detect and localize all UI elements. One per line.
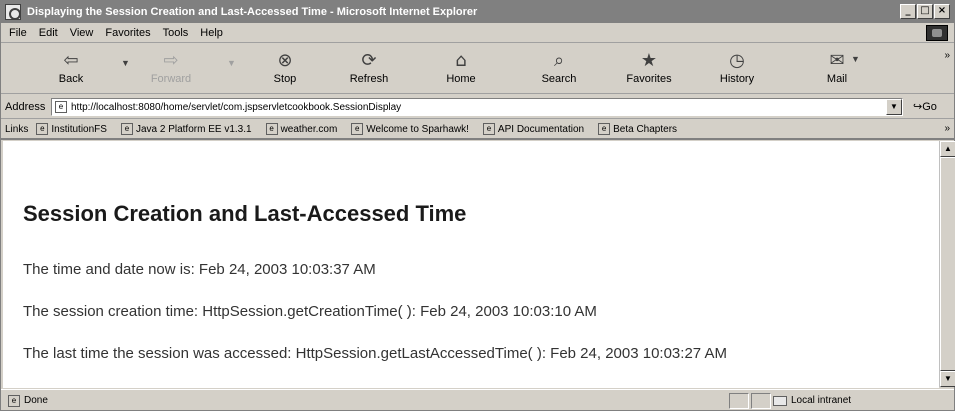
creation-time-text: The session creation time: HttpSession.g… [23, 303, 597, 320]
favorites-label: Favorites [626, 73, 672, 85]
back-dropdown-icon[interactable]: ▼ [121, 58, 130, 68]
menu-edit[interactable]: Edit [39, 27, 58, 39]
link-label: API Documentation [497, 123, 585, 135]
page-icon: e [265, 123, 278, 135]
menu-bar: File Edit View Favorites Tools Help [1, 23, 954, 43]
page-content-top [3, 141, 939, 178]
page-icon: e [482, 123, 495, 135]
link-weather[interactable]: e weather.com [265, 123, 338, 135]
page-icon: e [8, 394, 20, 407]
address-dropdown-button[interactable]: ▼ [886, 99, 902, 115]
history-label: History [719, 73, 755, 85]
link-label: InstitutionFS [51, 123, 107, 135]
menu-tools[interactable]: Tools [163, 27, 189, 39]
link-java2-platform[interactable]: e Java 2 Platform EE v1.3.1 [120, 123, 252, 135]
links-bar: Links e InstitutionFS e Java 2 Platform EE… [1, 120, 954, 140]
forward-button[interactable]: ⇨ Forward [141, 48, 201, 90]
link-sparhawk[interactable]: e Welcome to Sparhawk! [351, 123, 469, 135]
scroll-thumb[interactable] [940, 157, 955, 371]
page-icon: e [351, 123, 364, 135]
back-button[interactable]: ⇦ Back [41, 48, 101, 90]
window-controls: _ □ × [899, 4, 950, 19]
status-cell-1 [729, 393, 749, 409]
browser-window: Displaying the Session Creation and Last… [0, 0, 955, 411]
back-label: Back [58, 73, 84, 85]
link-api-documentation[interactable]: e API Documentation [482, 123, 585, 135]
page-icon: e [120, 123, 133, 135]
scroll-down-button[interactable]: ▼ [940, 371, 955, 387]
go-arrow-icon: ↪ [913, 101, 923, 113]
search-button[interactable]: ⌕ Search [529, 48, 589, 90]
address-url[interactable]: http://localhost:8080/home/servlet/com.j… [71, 102, 401, 113]
page-heading: Session Creation and Last-Accessed Time [23, 201, 467, 226]
standard-toolbar: ⇦ Back ▼ ⇨ Forward ▼ ⊗ Stop ⟳ Refresh ⌂ … [1, 44, 954, 94]
history-button[interactable]: ◷ History [707, 48, 767, 90]
minimize-button[interactable]: _ [900, 4, 916, 19]
forward-dropdown-icon[interactable]: ▼ [227, 58, 236, 68]
mail-icon: ✉ [829, 50, 845, 71]
mail-dropdown-icon[interactable]: ▼ [851, 54, 860, 64]
address-bar: Address e http://localhost:8080/home/ser… [1, 95, 954, 119]
refresh-icon: ⟳ [361, 50, 377, 71]
zone-label: Local intranet [791, 395, 852, 406]
link-label: Java 2 Platform EE v1.3.1 [135, 123, 252, 135]
favorites-button[interactable]: ★ Favorites [619, 48, 679, 90]
address-input[interactable]: e http://localhost:8080/home/servlet/com… [51, 98, 903, 116]
refresh-button[interactable]: ⟳ Refresh [339, 48, 399, 90]
status-bar: e Done Local intranet [1, 389, 954, 411]
link-label: Welcome to Sparhawk! [366, 123, 469, 135]
links-label: Links [5, 123, 29, 135]
back-arrow-icon: ⇦ [63, 50, 79, 71]
title-bar[interactable]: Displaying the Session Creation and Last… [1, 1, 954, 23]
address-label: Address [5, 100, 46, 113]
link-beta-chapters[interactable]: e Beta Chapters [598, 123, 677, 135]
maximize-button[interactable]: □ [917, 4, 933, 19]
search-icon: ⌕ [553, 50, 565, 71]
links-chevron-icon[interactable]: » [944, 123, 950, 134]
menu-favorites[interactable]: Favorites [105, 27, 150, 39]
toolbar-chevron-icon[interactable]: » [944, 50, 950, 61]
mail-label: Mail [826, 73, 848, 85]
stop-icon: ⊗ [277, 50, 293, 71]
home-button[interactable]: ⌂ Home [431, 48, 491, 90]
stop-button[interactable]: ⊗ Stop [255, 48, 315, 90]
refresh-label: Refresh [349, 73, 389, 85]
status-text: Done [24, 395, 48, 406]
vertical-scrollbar[interactable]: ▲ ▼ [939, 141, 955, 387]
status-main: e Done [5, 394, 48, 407]
stop-label: Stop [273, 73, 297, 85]
menu-file[interactable]: File [9, 27, 27, 39]
favorites-icon: ★ [640, 50, 658, 71]
current-time-text: The time and date now is: Feb 24, 2003 1… [23, 261, 376, 278]
menu-help[interactable]: Help [200, 27, 223, 39]
page-icon: e [36, 123, 49, 135]
window-title: Displaying the Session Creation and Last… [27, 6, 478, 18]
intranet-zone-icon [773, 395, 787, 406]
ie-app-icon[interactable] [5, 4, 21, 20]
close-button[interactable]: × [934, 4, 950, 19]
forward-label: Forward [150, 73, 192, 85]
security-zone: Local intranet [773, 395, 851, 406]
home-icon: ⌂ [455, 50, 467, 71]
last-accessed-time-text: The last time the session was accessed: … [23, 345, 727, 362]
forward-arrow-icon: ⇨ [163, 50, 179, 71]
link-institutionfs[interactable]: e InstitutionFS [36, 123, 107, 135]
status-cell-2 [751, 393, 771, 409]
search-label: Search [541, 73, 577, 85]
link-label: weather.com [280, 123, 338, 135]
home-label: Home [446, 73, 476, 85]
windows-logo-icon [926, 25, 948, 41]
menu-view[interactable]: View [70, 27, 94, 39]
go-button[interactable]: ↪Go [913, 100, 937, 113]
page-icon: e [598, 123, 611, 135]
link-label: Beta Chapters [613, 123, 678, 135]
go-label: Go [922, 101, 937, 113]
scroll-up-button[interactable]: ▲ [940, 141, 955, 157]
history-icon: ◷ [729, 50, 745, 71]
page-icon: e [55, 101, 67, 113]
